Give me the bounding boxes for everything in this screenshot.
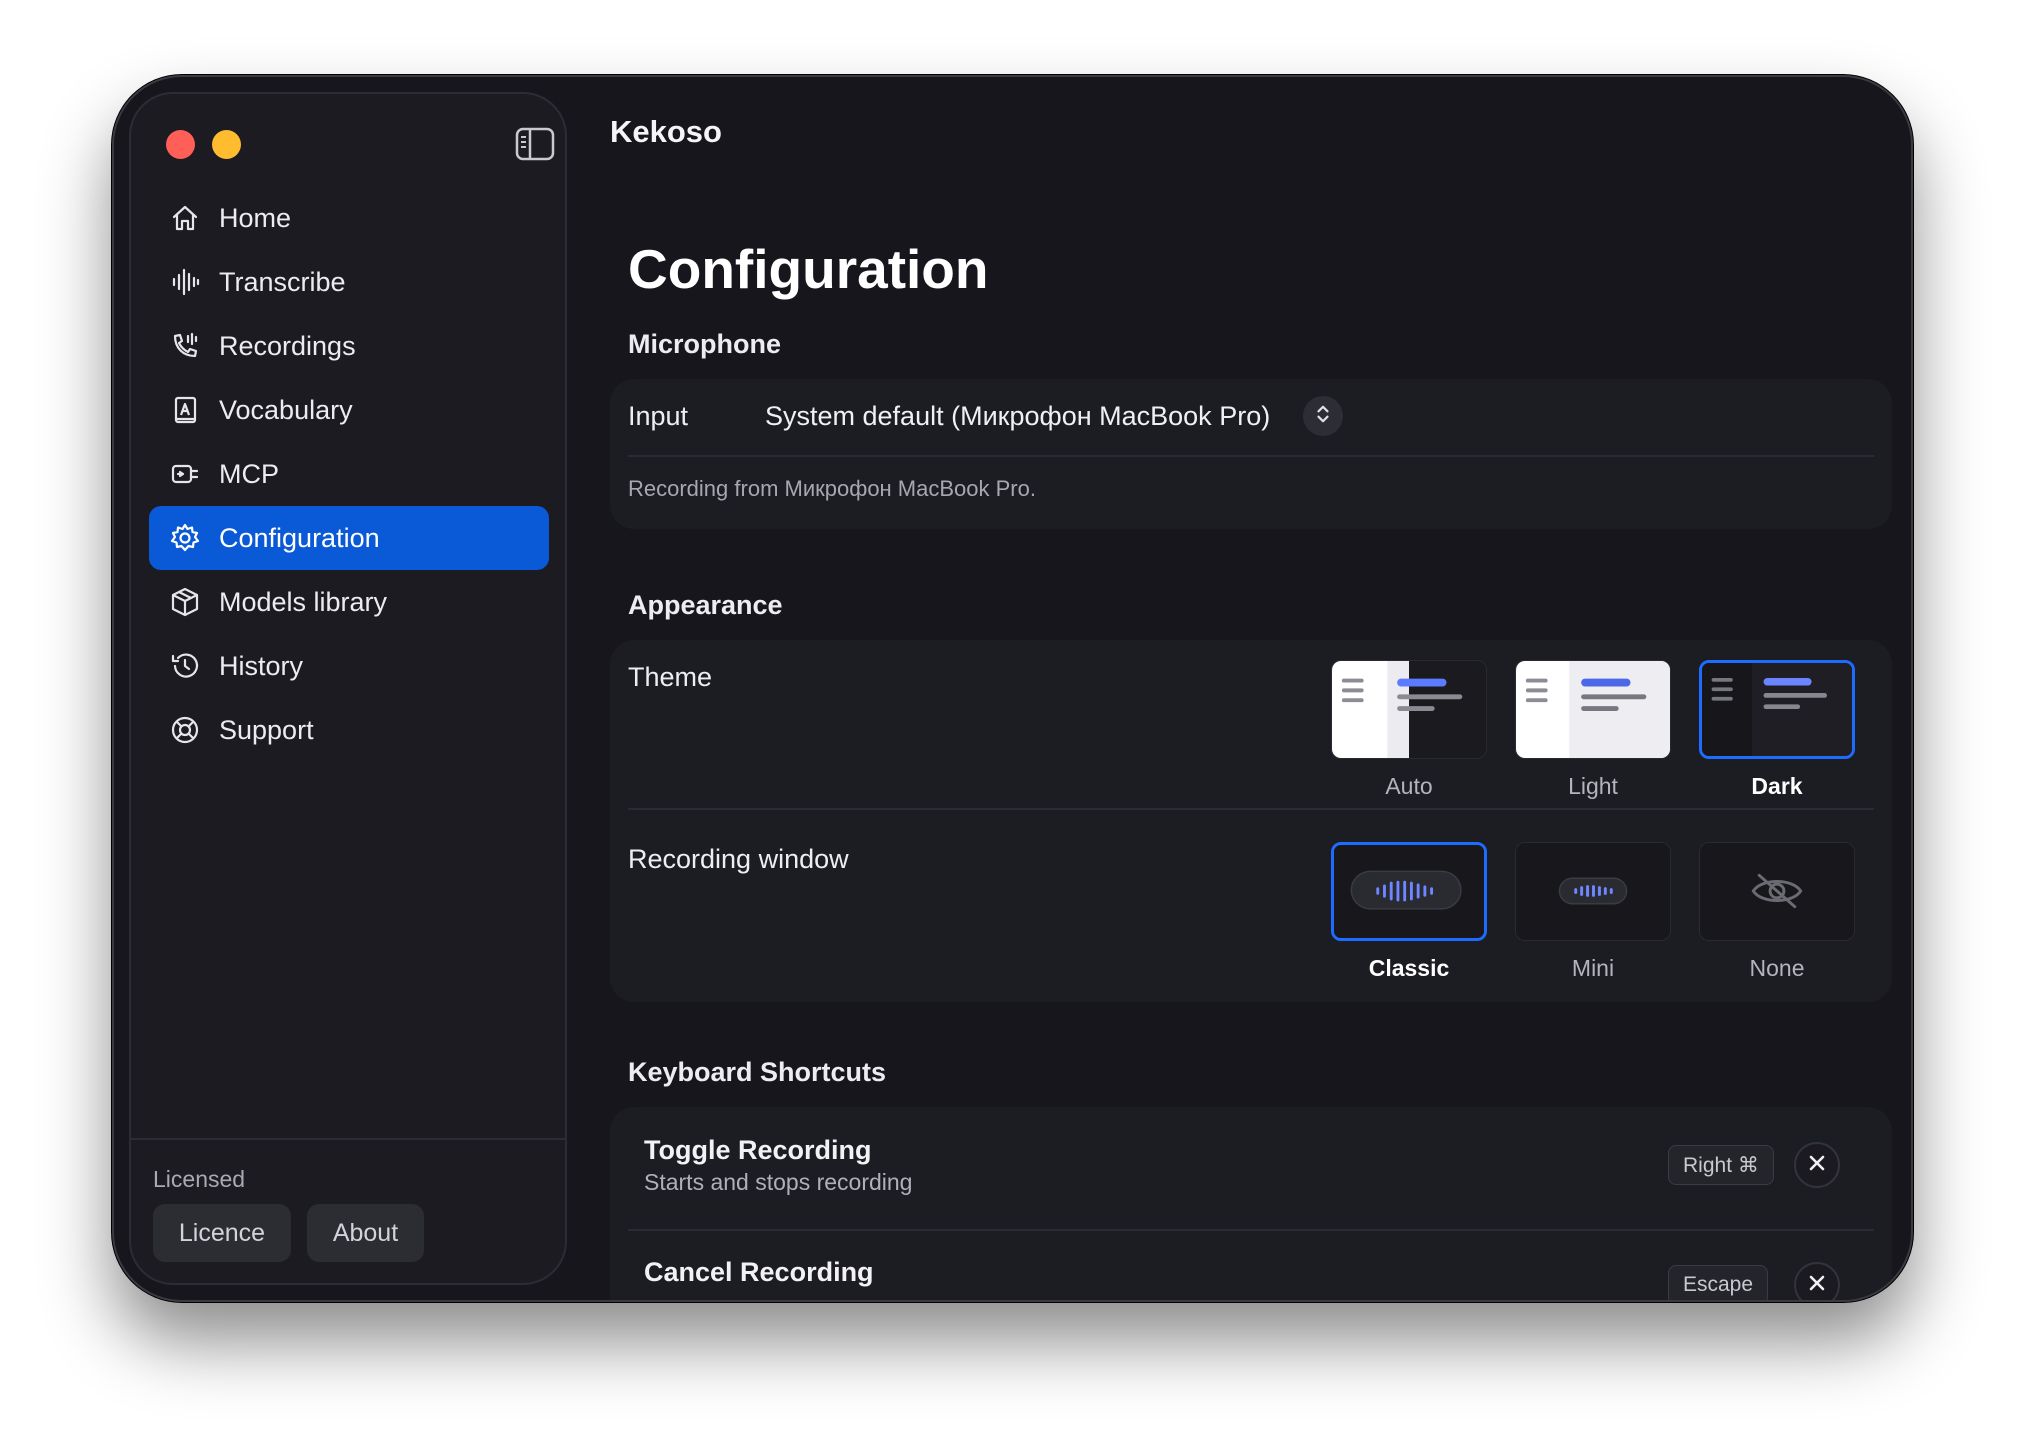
lifebuoy-icon: [169, 714, 201, 746]
microphone-card: Input System default (Микрофон MacBook P…: [610, 379, 1892, 529]
sidebar-item-label: Configuration: [219, 522, 380, 553]
minimize-window-button[interactable]: [212, 130, 241, 159]
dictionary-icon: [169, 394, 201, 426]
input-select-stepper[interactable]: [1303, 396, 1343, 436]
recording-window-option-label: Classic: [1368, 955, 1450, 981]
shortcut-key-cancel-recording[interactable]: Escape: [1668, 1265, 1769, 1300]
microphone-section-title: Microphone: [628, 329, 781, 359]
plug-icon: [169, 458, 201, 490]
app-window: Home Transcribe Recordings Vocabulary MC…: [112, 75, 1913, 1302]
sidebar-item-support[interactable]: Support: [149, 698, 549, 762]
sidebar-divider: [131, 1138, 565, 1140]
input-select[interactable]: System default (Микрофон MacBook Pro): [765, 401, 1270, 432]
recording-window-option-none[interactable]: None: [1699, 842, 1855, 982]
recording-window-option-mini[interactable]: Mini: [1515, 842, 1671, 982]
phone-wave-icon: [169, 330, 201, 362]
sidebar-item-mcp[interactable]: MCP: [149, 442, 549, 506]
sidebar-item-label: Vocabulary: [219, 394, 353, 425]
sidebar: Home Transcribe Recordings Vocabulary MC…: [129, 92, 567, 1285]
about-button[interactable]: About: [307, 1204, 424, 1262]
clear-shortcut-button[interactable]: [1794, 1142, 1840, 1188]
history-icon: [169, 650, 201, 682]
sidebar-toggle-icon[interactable]: [515, 127, 555, 161]
classic-window-preview: [1331, 842, 1487, 941]
appearance-section-title: Appearance: [628, 590, 783, 620]
licence-button[interactable]: Licence: [153, 1204, 291, 1262]
license-status: Licensed: [153, 1166, 246, 1192]
microphone-hint: Recording from Микрофон MacBook Pro.: [628, 476, 1036, 501]
home-icon: [169, 202, 201, 234]
clear-shortcut-button[interactable]: [1794, 1262, 1840, 1300]
theme-option-auto[interactable]: Auto: [1331, 660, 1487, 800]
recording-window-label: Recording window: [628, 844, 849, 874]
close-icon: [1807, 1153, 1827, 1178]
mini-window-preview: [1515, 842, 1671, 941]
theme-light-preview: [1515, 660, 1671, 759]
theme-option-label: Auto: [1385, 773, 1433, 799]
sidebar-item-configuration[interactable]: Configuration: [149, 506, 549, 570]
close-icon: [1807, 1273, 1827, 1298]
sidebar-item-label: Models library: [219, 586, 388, 617]
theme-option-label: Light: [1568, 773, 1618, 799]
cube-icon: [169, 586, 201, 618]
close-window-button[interactable]: [166, 130, 195, 159]
shortcut-title: Cancel Recording: [644, 1257, 874, 1287]
shortcut-description: Starts and stops recording: [644, 1169, 913, 1195]
none-window-preview: [1699, 842, 1855, 941]
gear-icon: [169, 522, 201, 554]
sidebar-item-label: Recordings: [219, 330, 356, 361]
theme-option-light[interactable]: Light: [1515, 660, 1671, 800]
sidebar-item-history[interactable]: History: [149, 634, 549, 698]
shortcut-title: Toggle Recording: [644, 1135, 872, 1165]
sidebar-item-home[interactable]: Home: [149, 186, 549, 250]
recording-window-option-label: None: [1749, 955, 1805, 981]
chevron-up-down-icon: [1314, 403, 1332, 430]
sidebar-item-vocabulary[interactable]: Vocabulary: [149, 378, 549, 442]
input-label: Input: [628, 401, 689, 431]
sidebar-item-models-library[interactable]: Models library: [149, 570, 549, 634]
theme-dark-preview: [1699, 660, 1855, 759]
sidebar-item-label: Transcribe: [219, 266, 346, 297]
sidebar-item-recordings[interactable]: Recordings: [149, 314, 549, 378]
shortcuts-card: Toggle Recording Starts and stops record…: [610, 1107, 1892, 1300]
sidebar-item-label: Support: [219, 714, 314, 745]
sidebar-nav: Home Transcribe Recordings Vocabulary MC…: [149, 186, 549, 762]
recording-window-option-label: Mini: [1571, 955, 1615, 981]
theme-label: Theme: [628, 662, 713, 692]
sidebar-item-transcribe[interactable]: Transcribe: [149, 250, 549, 314]
shortcut-key-toggle-recording[interactable]: Right ⌘: [1668, 1145, 1774, 1185]
shortcuts-section-title: Keyboard Shortcuts: [628, 1057, 887, 1087]
page-title: Configuration: [628, 238, 989, 300]
row-divider: [628, 1229, 1874, 1231]
row-divider: [628, 455, 1874, 457]
theme-option-dark[interactable]: Dark: [1699, 660, 1855, 800]
sidebar-item-label: History: [219, 650, 304, 681]
theme-option-label: Dark: [1751, 773, 1803, 799]
theme-auto-preview: [1331, 660, 1487, 759]
sidebar-item-label: MCP: [219, 458, 279, 489]
row-divider: [628, 808, 1874, 810]
waveform-icon: [169, 266, 201, 298]
sidebar-item-label: Home: [219, 202, 292, 233]
recording-window-option-classic[interactable]: Classic: [1331, 842, 1487, 982]
appearance-card: Theme Auto Light Dark Recording window C…: [610, 640, 1892, 1002]
app-title: Kekoso: [610, 114, 722, 149]
